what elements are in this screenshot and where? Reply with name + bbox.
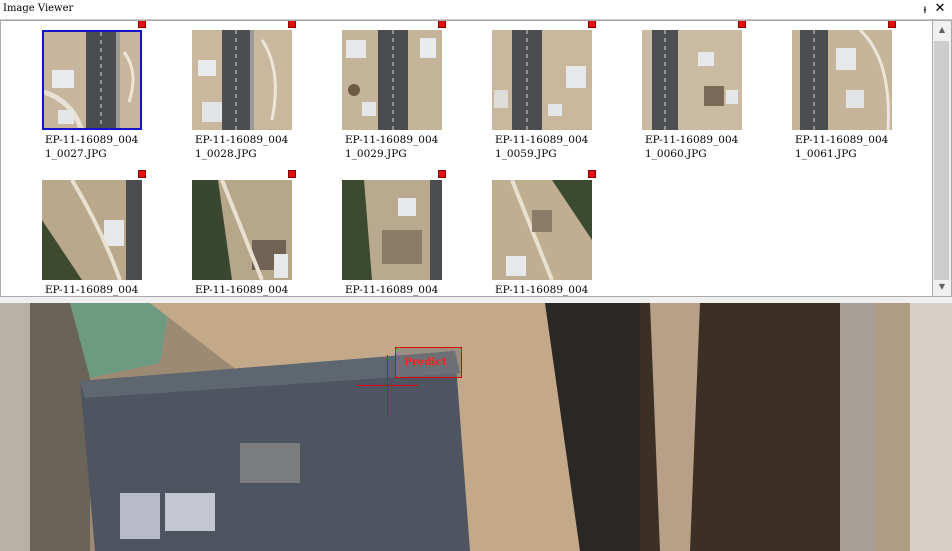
window-titlebar: Image Viewer ᵼ ✕ <box>0 0 952 20</box>
close-icon[interactable]: ✕ <box>933 1 947 17</box>
thumbnail-item[interactable]: EP-11-16089_004 <box>342 170 452 296</box>
thumbnail-item[interactable]: EP-11-16089_004 1_0060.JPG <box>642 21 752 160</box>
thumbnail-item[interactable]: EP-11-16089_004 1_0059.JPG <box>492 21 602 160</box>
thumbnail-caption: EP-11-16089_004 1_0027.JPG <box>45 134 139 160</box>
thumbnail-item[interactable]: EP-11-16089_004 <box>492 170 602 296</box>
status-marker <box>138 21 146 28</box>
gallery-scrollbar[interactable]: ▲ ▼ <box>933 20 952 297</box>
scrollbar-thumb[interactable] <box>934 41 949 280</box>
window-title: Image Viewer <box>3 3 74 14</box>
thumbnail-caption: EP-11-16089_004 1_0060.JPG <box>645 134 739 160</box>
thumbnail-image[interactable] <box>192 30 292 130</box>
thumbnail-image[interactable] <box>342 180 442 280</box>
thumbnail-item[interactable]: EP-11-16089_004 1_0061.JPG <box>792 21 902 160</box>
predict-label[interactable]: Predict <box>395 347 462 378</box>
thumbnail-image[interactable] <box>42 30 142 130</box>
thumbnail-image[interactable] <box>792 30 892 130</box>
status-marker <box>438 21 446 28</box>
scroll-down-icon[interactable]: ▼ <box>933 279 951 295</box>
thumbnail-item[interactable]: EP-11-16089_004 1_0029.JPG <box>342 21 452 160</box>
thumbnail-image[interactable] <box>42 180 142 280</box>
image-canvas[interactable] <box>0 303 952 551</box>
thumbnail-caption: EP-11-16089_004 1_0059.JPG <box>495 134 589 160</box>
predict-text: Predict <box>404 356 447 368</box>
thumbnail-gallery: EP-11-16089_004 1_0027.JPG EP-11-16089_0… <box>0 20 933 297</box>
thumbnail-caption: EP-11-16089_004 <box>45 284 139 296</box>
thumbnail-caption: EP-11-16089_004 <box>195 284 289 296</box>
status-marker <box>438 170 446 178</box>
thumbnail-caption: EP-11-16089_004 1_0028.JPG <box>195 134 289 160</box>
status-marker <box>738 21 746 28</box>
thumbnail-image[interactable] <box>492 30 592 130</box>
status-marker <box>288 170 296 178</box>
pin-icon[interactable]: ᵼ <box>918 1 932 17</box>
status-marker <box>288 21 296 28</box>
thumbnail-image[interactable] <box>192 180 292 280</box>
thumbnail-caption: EP-11-16089_004 <box>345 284 439 296</box>
thumbnail-item[interactable]: EP-11-16089_004 1_0027.JPG <box>42 21 152 160</box>
thumbnail-image[interactable] <box>642 30 742 130</box>
scroll-up-icon[interactable]: ▲ <box>933 22 951 38</box>
status-marker <box>588 170 596 178</box>
thumbnail-caption: EP-11-16089_004 1_0061.JPG <box>795 134 889 160</box>
thumbnail-item[interactable]: EP-11-16089_004 <box>42 170 152 296</box>
crosshair-vertical <box>387 355 388 416</box>
thumbnail-image[interactable] <box>492 180 592 280</box>
thumbnail-caption: EP-11-16089_004 <box>495 284 589 296</box>
thumbnail-caption: EP-11-16089_004 1_0029.JPG <box>345 134 439 160</box>
thumbnail-item[interactable]: EP-11-16089_004 1_0028.JPG <box>192 21 302 160</box>
thumbnail-item[interactable]: EP-11-16089_004 <box>192 170 302 296</box>
status-marker <box>888 21 896 28</box>
thumbnail-image[interactable] <box>342 30 442 130</box>
status-marker <box>588 21 596 28</box>
status-marker <box>138 170 146 178</box>
